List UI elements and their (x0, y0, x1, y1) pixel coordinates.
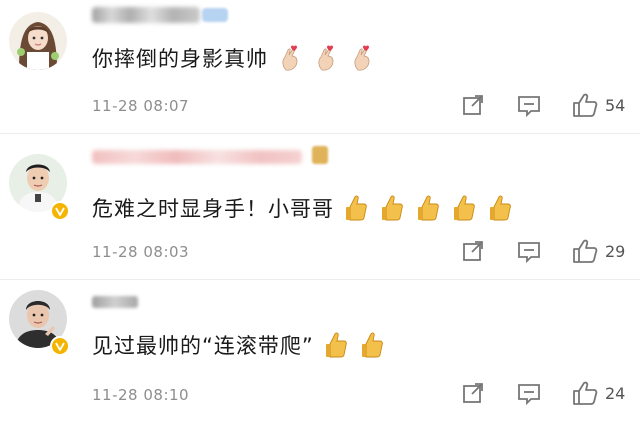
like-icon[interactable] (572, 92, 598, 118)
thumbs-up-emoji (361, 332, 383, 358)
emoji-group (344, 194, 514, 222)
comment-text-label: 见过最帅的“连滚带爬” (92, 334, 314, 358)
thumbs-up-emoji (325, 332, 347, 358)
comment-item: 危难之时显身手！小哥哥 11-28 08:03 29 (0, 134, 640, 280)
share-icon[interactable] (460, 238, 486, 264)
comment-text: 你摔倒的身影真帅 (92, 43, 376, 73)
comment-text: 见过最帅的“连滚带爬” (92, 330, 386, 360)
like-count: 24 (605, 384, 626, 403)
share-icon[interactable] (460, 380, 486, 406)
username-blur[interactable] (92, 296, 138, 308)
like-count: 29 (605, 242, 626, 261)
share-icon[interactable] (460, 92, 486, 118)
emoji-group (278, 44, 376, 72)
emoji-group (324, 331, 386, 359)
username-blur[interactable] (92, 150, 302, 164)
finger-heart-emoji (318, 45, 334, 71)
like-count: 54 (605, 96, 626, 115)
thumbs-up-emoji (346, 195, 367, 221)
reply-icon[interactable] (516, 92, 542, 118)
comment-timestamp: 11-28 08:07 (92, 97, 190, 115)
thumbs-up-emoji (418, 195, 439, 221)
comment-text-label: 你摔倒的身影真帅 (92, 47, 268, 71)
comment-feed: 你摔倒的身影真帅 11-28 08:07 54 危难之时显身手！小哥哥 11-2… (0, 0, 640, 422)
finger-heart-emoji (354, 45, 370, 71)
comment-body-wrap: 你摔倒的身影真帅 11-28 08:07 54 (0, 0, 640, 134)
thumbs-up-emoji (382, 195, 403, 221)
thumbs-up-emoji (490, 195, 511, 221)
like-icon[interactable] (572, 380, 598, 406)
reply-icon[interactable] (516, 238, 542, 264)
comment-item: 见过最帅的“连滚带爬” 11-28 08:10 24 (0, 280, 640, 422)
comment-timestamp: 11-28 08:03 (92, 243, 190, 261)
verified-badge-icon (50, 201, 70, 221)
thumbs-up-emoji (454, 195, 475, 221)
finger-heart-emoji (282, 45, 298, 71)
member-badge (312, 146, 328, 164)
comment-timestamp: 11-28 08:10 (92, 386, 190, 404)
reply-icon[interactable] (516, 380, 542, 406)
comment-text: 危难之时显身手！小哥哥 (92, 193, 514, 223)
comment-text-label: 危难之时显身手！小哥哥 (92, 197, 334, 221)
verified-badge-icon (50, 336, 70, 356)
like-icon[interactable] (572, 238, 598, 264)
